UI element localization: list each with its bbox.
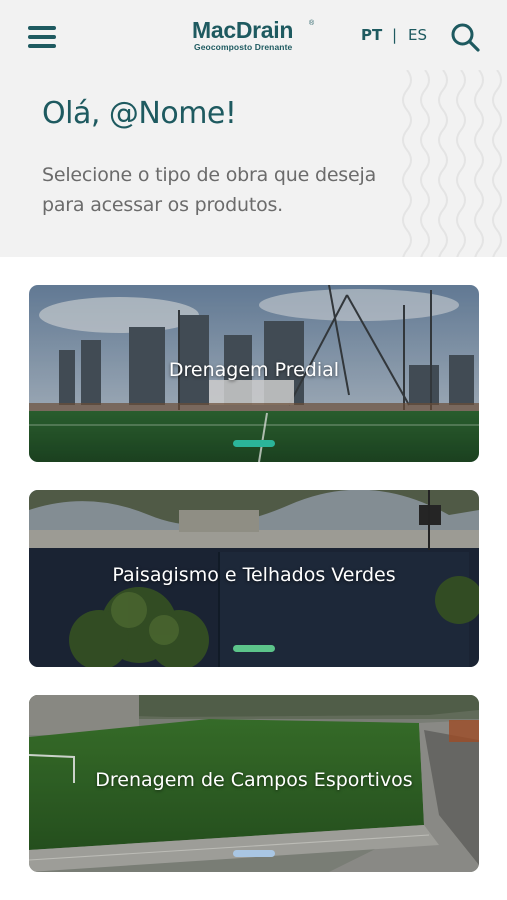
- macdrain-logo[interactable]: MacDrain ® Geocomposto Drenante: [192, 18, 322, 54]
- card-drenagem-predial[interactable]: Drenagem Predial: [29, 285, 479, 462]
- language-separator: |: [392, 26, 398, 44]
- card-indicator-bar: [233, 440, 275, 447]
- magnifier-icon: [451, 23, 480, 52]
- card-paisagismo-telhados-verdes[interactable]: Paisagismo e Telhados Verdes: [29, 490, 479, 667]
- header-section: MacDrain ® Geocomposto Drenante PT | ES …: [0, 0, 507, 257]
- card-title: Drenagem de Campos Esportivos: [95, 769, 413, 791]
- language-es-link[interactable]: ES: [408, 26, 427, 44]
- greeting-subtitle: Selecione o tipo de obra que deseja para…: [42, 164, 377, 216]
- card-indicator-bar: [233, 645, 275, 652]
- language-pt-link[interactable]: PT: [361, 26, 382, 44]
- logo-tagline: Geocomposto Drenante: [194, 42, 293, 52]
- card-title: Drenagem Predial: [168, 359, 340, 381]
- card-drenagem-campos-esportivos[interactable]: Drenagem de Campos Esportivos: [29, 695, 479, 872]
- logo-wordmark: MacDrain: [192, 17, 294, 43]
- decorative-waves: [402, 70, 502, 257]
- top-bar: MacDrain ® Geocomposto Drenante PT | ES: [0, 0, 507, 72]
- logo-registered-mark: ®: [309, 20, 315, 27]
- card-indicator-bar: [233, 850, 275, 857]
- greeting-title: Olá, @Nome!: [42, 96, 237, 131]
- card-title: Paisagismo e Telhados Verdes: [112, 564, 396, 586]
- hamburger-menu-icon[interactable]: [28, 24, 58, 50]
- search-icon[interactable]: [450, 22, 480, 52]
